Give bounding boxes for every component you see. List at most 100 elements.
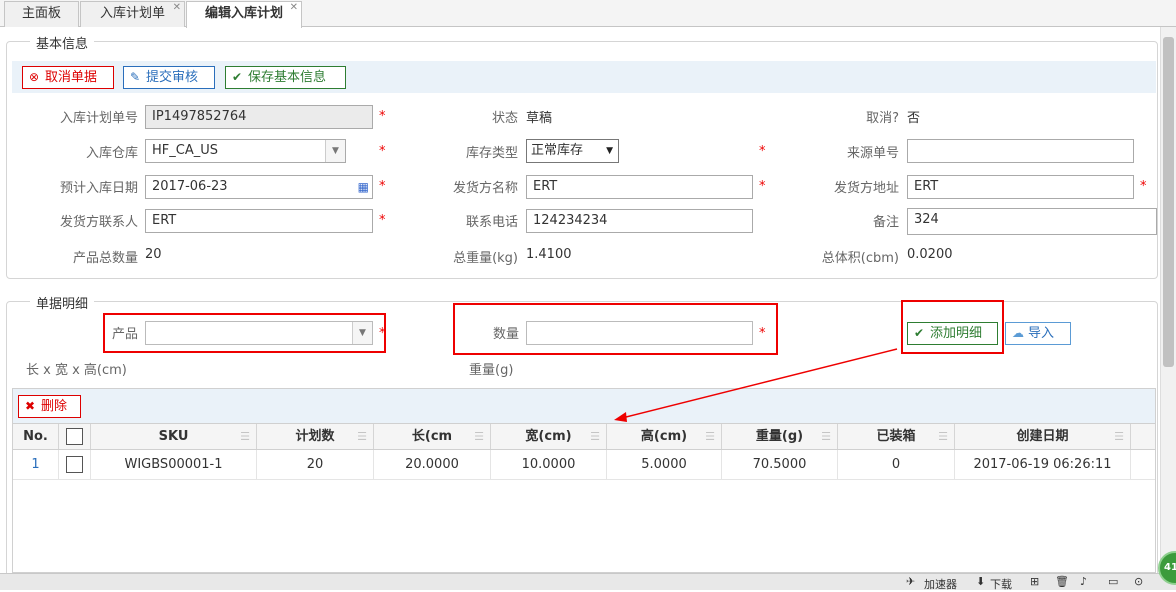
total-weight-label: 总重量(kg) bbox=[453, 251, 518, 266]
column-header[interactable]: 高(cm) ☰ bbox=[607, 424, 722, 449]
scrollbar-thumb[interactable] bbox=[1163, 37, 1174, 367]
menu-icon[interactable]: ☰ bbox=[474, 424, 484, 449]
button-label: 提交审核 bbox=[146, 70, 199, 85]
warehouse-select[interactable]: HF_CA_US ▼ bbox=[145, 139, 346, 163]
tab-edit-inbound-plan[interactable]: 编辑入库计划 ✕ bbox=[186, 1, 302, 28]
basic-info-legend: 基本信息 bbox=[30, 33, 95, 52]
width-cell: 10.0000 bbox=[491, 450, 607, 479]
warehouse-value: HF_CA_US bbox=[152, 143, 218, 158]
status-label: 状态 bbox=[491, 111, 518, 126]
check-icon: ✔ bbox=[232, 70, 243, 84]
remark-textarea[interactable]: 324 bbox=[907, 208, 1157, 235]
weight-cell: 70.5000 bbox=[722, 450, 838, 479]
menu-icon[interactable]: ☰ bbox=[357, 424, 367, 449]
created-date-cell: 2017-06-19 06:26:11 bbox=[955, 450, 1131, 479]
column-header-label: 重量(g) bbox=[755, 429, 804, 444]
close-icon: ✖ bbox=[25, 399, 36, 413]
stock-type-select[interactable]: 正常库存 ▼ bbox=[526, 139, 619, 163]
submit-review-button[interactable]: ✎ 提交审核 bbox=[123, 66, 215, 89]
tab-dashboard[interactable]: 主面板 bbox=[4, 1, 79, 27]
menu-icon[interactable]: ☰ bbox=[590, 424, 600, 449]
button-label: 保存基本信息 bbox=[248, 70, 327, 85]
required-mark: * bbox=[759, 144, 766, 159]
dimensions-label: 长 x 宽 x 高(cm) bbox=[26, 363, 127, 378]
button-label: 导入 bbox=[1028, 326, 1055, 341]
required-mark: * bbox=[379, 144, 386, 159]
remark-label: 备注 bbox=[872, 215, 899, 230]
vertical-scrollbar[interactable] bbox=[1160, 27, 1176, 573]
column-header[interactable]: 创建日期 ☰ bbox=[955, 424, 1131, 449]
close-icon[interactable]: ✕ bbox=[173, 0, 181, 20]
column-header[interactable]: No. bbox=[13, 424, 59, 449]
button-label: 删除 bbox=[41, 399, 68, 414]
plan-no-field[interactable]: IP1497852764 bbox=[145, 105, 373, 129]
grid-header: No. SKU ☰ 计划数 ☰ 长(cm ☰ 宽(cm) ☰ 高(cm) ☰ 重量(g) ☰… bbox=[13, 423, 1155, 450]
shipper-name-label: 发货方名称 bbox=[452, 181, 518, 196]
table-row[interactable]: 1 WIGBS00001-1 20 20.0000 10.0000 5.0000… bbox=[13, 450, 1155, 480]
close-icon[interactable]: ✕ bbox=[290, 0, 298, 20]
import-button[interactable]: ☁ 导入 bbox=[1005, 322, 1071, 345]
required-mark: * bbox=[379, 179, 386, 194]
tab-label: 入库计划单 bbox=[99, 6, 165, 21]
column-header[interactable]: SKU ☰ bbox=[91, 424, 257, 449]
column-header[interactable]: 长(cm ☰ bbox=[374, 424, 491, 449]
phone-field[interactable]: 124234234 bbox=[526, 209, 753, 233]
row-checkbox[interactable] bbox=[66, 456, 83, 473]
cancelled-value: 否 bbox=[907, 111, 921, 126]
menu-icon[interactable]: ☰ bbox=[938, 424, 948, 449]
shipper-name-field[interactable]: ERT bbox=[526, 175, 753, 199]
sku-cell: WIGBS00001-1 bbox=[91, 450, 257, 479]
boxed-cell: 0 bbox=[838, 450, 955, 479]
column-header[interactable]: 计划数 ☰ bbox=[257, 424, 374, 449]
source-no-label: 来源单号 bbox=[846, 146, 899, 161]
button-label: 取消单据 bbox=[45, 70, 98, 85]
shipper-contact-label: 发货方联系人 bbox=[59, 215, 138, 230]
est-date-field[interactable]: 2017-06-23 ▦ bbox=[145, 175, 373, 199]
volume-icon[interactable]: ♪ bbox=[1080, 575, 1087, 588]
required-mark: * bbox=[1140, 179, 1147, 194]
window-icon[interactable]: ▭ bbox=[1108, 575, 1118, 588]
save-basic-info-button[interactable]: ✔ 保存基本信息 bbox=[225, 66, 346, 89]
menu-icon[interactable]: ☰ bbox=[821, 424, 831, 449]
height-cell: 5.0000 bbox=[607, 450, 722, 479]
calendar-icon[interactable]: ▦ bbox=[358, 176, 369, 198]
shipper-contact-field[interactable]: ERT bbox=[145, 209, 373, 233]
column-header[interactable]: 宽(cm) ☰ bbox=[491, 424, 607, 449]
column-header-label: 宽(cm) bbox=[525, 429, 572, 444]
main-content: 基本信息 ⊗ 取消单据 ✎ 提交审核 ✔ 保存基本信息 入库计划单号 IP149785… bbox=[0, 27, 1160, 573]
column-header-label: 创建日期 bbox=[1016, 429, 1069, 444]
dropdown-arrow-icon[interactable]: ▼ bbox=[325, 140, 345, 162]
source-no-field[interactable] bbox=[907, 139, 1134, 163]
highlight-box bbox=[453, 303, 778, 355]
zoom-icon[interactable]: ⊙ bbox=[1134, 575, 1143, 588]
trash-icon[interactable]: 🗑 bbox=[1055, 575, 1069, 588]
tab-inbound-plan-list[interactable]: 入库计划单 ✕ bbox=[80, 1, 185, 27]
menu-icon[interactable]: ☰ bbox=[1114, 424, 1124, 449]
plus-icon[interactable]: ⊞ bbox=[1030, 575, 1039, 588]
row-checkbox-cell[interactable] bbox=[59, 450, 91, 479]
cancel-circle-icon: ⊗ bbox=[29, 70, 40, 84]
shipper-address-field[interactable]: ERT bbox=[907, 175, 1134, 199]
accelerator-icon[interactable]: ✈ bbox=[906, 575, 915, 588]
shipper-address-label: 发货方地址 bbox=[833, 181, 899, 196]
highlight-box bbox=[901, 300, 1004, 354]
column-header[interactable]: 已装箱 ☰ bbox=[838, 424, 955, 449]
column-header[interactable]: 重量(g) ☰ bbox=[722, 424, 838, 449]
stock-type-label: 库存类型 bbox=[465, 146, 518, 161]
cancel-document-button[interactable]: ⊗ 取消单据 bbox=[22, 66, 114, 89]
download-icon[interactable]: ⬇ bbox=[976, 575, 985, 588]
delete-button[interactable]: ✖ 删除 bbox=[18, 395, 81, 418]
menu-icon[interactable]: ☰ bbox=[705, 424, 715, 449]
status-value: 草稿 bbox=[526, 111, 553, 126]
cancelled-label: 取消? bbox=[866, 111, 899, 126]
row-number: 1 bbox=[13, 450, 59, 479]
menu-icon[interactable]: ☰ bbox=[240, 424, 250, 449]
phone-label: 联系电话 bbox=[465, 215, 518, 230]
tab-label: 编辑入库计划 bbox=[204, 6, 283, 21]
required-mark: * bbox=[379, 109, 386, 124]
select-all-checkbox[interactable] bbox=[66, 428, 83, 445]
length-cell: 20.0000 bbox=[374, 450, 491, 479]
select-all-checkbox-cell[interactable] bbox=[59, 424, 91, 449]
required-mark: * bbox=[379, 213, 386, 228]
total-qty-label: 产品总数量 bbox=[72, 251, 138, 266]
